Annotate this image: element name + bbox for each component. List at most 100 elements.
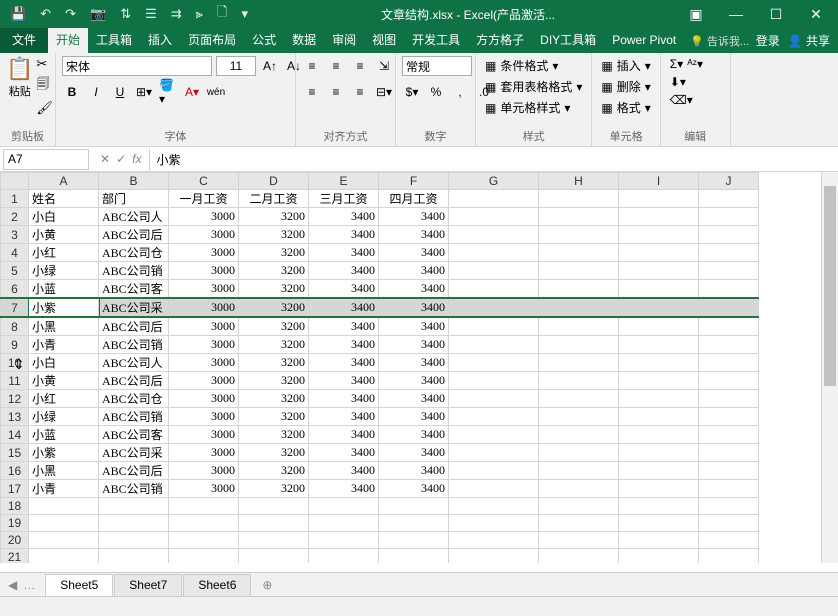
cell[interactable] (619, 280, 699, 299)
cell[interactable] (99, 515, 169, 532)
fill-color-button[interactable]: 🪣▾ (158, 82, 178, 102)
cell[interactable] (619, 515, 699, 532)
cell[interactable]: 3000 (169, 208, 239, 226)
cell[interactable] (699, 336, 759, 354)
cell[interactable] (619, 426, 699, 444)
cell[interactable]: ABC公司后 (99, 372, 169, 390)
cell[interactable] (449, 462, 539, 480)
cell[interactable] (619, 298, 699, 317)
cell[interactable]: 3000 (169, 244, 239, 262)
cell[interactable] (379, 532, 449, 549)
name-box[interactable] (3, 149, 89, 170)
italic-button[interactable]: I (86, 82, 106, 102)
cell[interactable] (699, 480, 759, 498)
tab-file[interactable]: 文件 (0, 28, 48, 53)
cell[interactable]: ABC公司仓 (99, 390, 169, 408)
cell[interactable] (699, 549, 759, 564)
cell[interactable] (449, 298, 539, 317)
save-icon[interactable]: 💾 (10, 6, 26, 22)
cell[interactable]: 3400 (309, 298, 379, 317)
cell[interactable]: 3000 (169, 354, 239, 372)
cell[interactable] (699, 515, 759, 532)
cell[interactable] (619, 549, 699, 564)
cell[interactable] (99, 549, 169, 564)
col-header[interactable]: E (309, 173, 379, 190)
cell[interactable] (619, 408, 699, 426)
row-header[interactable]: 8 (1, 317, 29, 336)
minimize-icon[interactable]: — (718, 6, 754, 23)
cell[interactable]: 3000 (169, 480, 239, 498)
cell[interactable] (539, 298, 619, 317)
cell[interactable]: 3200 (239, 480, 309, 498)
cell[interactable]: 3400 (309, 354, 379, 372)
cell[interactable] (699, 372, 759, 390)
cell[interactable] (619, 372, 699, 390)
cell[interactable]: 小黑 (29, 462, 99, 480)
cell[interactable] (539, 532, 619, 549)
cell[interactable]: ABC公司人 (99, 208, 169, 226)
cell[interactable]: 3200 (239, 208, 309, 226)
cell[interactable]: ABC公司客 (99, 280, 169, 299)
col-header[interactable]: H (539, 173, 619, 190)
cell[interactable]: 小黄 (29, 226, 99, 244)
cell[interactable] (699, 226, 759, 244)
cell[interactable]: 3200 (239, 462, 309, 480)
cell[interactable] (619, 336, 699, 354)
cell[interactable]: 3000 (169, 426, 239, 444)
cell[interactable] (309, 549, 379, 564)
number-format-select[interactable] (402, 56, 472, 76)
cell[interactable] (539, 208, 619, 226)
cell[interactable]: 3400 (379, 262, 449, 280)
undo-icon[interactable]: ↶ (40, 6, 51, 22)
cell[interactable]: 四月工资 (379, 190, 449, 208)
font-size-select[interactable] (216, 56, 256, 76)
cell[interactable] (169, 549, 239, 564)
bold-button[interactable]: B (62, 82, 82, 102)
cell[interactable]: 3400 (379, 336, 449, 354)
cell[interactable] (539, 354, 619, 372)
row-header[interactable]: 13 (1, 408, 29, 426)
cell[interactable] (449, 280, 539, 299)
cell[interactable]: 3200 (239, 426, 309, 444)
col-header[interactable]: F (379, 173, 449, 190)
col-header[interactable]: A (29, 173, 99, 190)
cell[interactable]: 3400 (379, 244, 449, 262)
cut-icon[interactable]: ✂ (36, 56, 53, 72)
sheet-tab[interactable]: Sheet5 (45, 574, 113, 596)
cell[interactable] (699, 390, 759, 408)
cell[interactable] (619, 208, 699, 226)
cell[interactable]: 3000 (169, 298, 239, 317)
row-header[interactable]: 21 (1, 549, 29, 564)
row-header[interactable]: 20 (1, 532, 29, 549)
cell[interactable] (699, 208, 759, 226)
col-header[interactable]: G (449, 173, 539, 190)
align-bot-icon[interactable]: ≡ (350, 56, 370, 76)
cell[interactable]: 小绿 (29, 408, 99, 426)
cell[interactable] (449, 532, 539, 549)
cell[interactable] (449, 244, 539, 262)
tab-审阅[interactable]: 审阅 (324, 28, 364, 53)
cell[interactable]: 3400 (379, 298, 449, 317)
cell[interactable]: 3000 (169, 336, 239, 354)
cell[interactable]: 3200 (239, 444, 309, 462)
cell[interactable]: 3400 (379, 280, 449, 299)
cell[interactable] (29, 515, 99, 532)
align-top-icon[interactable]: ≡ (302, 56, 322, 76)
cell[interactable] (619, 244, 699, 262)
cell[interactable] (619, 444, 699, 462)
cell[interactable] (449, 262, 539, 280)
cell[interactable]: 3200 (239, 262, 309, 280)
table-format-button[interactable]: ▦套用表格格式 ▾ (482, 77, 585, 96)
row-header[interactable]: 1 (1, 190, 29, 208)
cell[interactable] (539, 549, 619, 564)
cell[interactable] (239, 515, 309, 532)
cell[interactable]: 3200 (239, 280, 309, 299)
cell[interactable] (239, 549, 309, 564)
row-header[interactable]: 14 (1, 426, 29, 444)
cell[interactable]: 3400 (309, 208, 379, 226)
cell[interactable]: 3400 (309, 426, 379, 444)
cell[interactable]: 小绿 (29, 262, 99, 280)
cell[interactable] (29, 549, 99, 564)
cell[interactable] (449, 317, 539, 336)
cell[interactable]: 3400 (309, 280, 379, 299)
